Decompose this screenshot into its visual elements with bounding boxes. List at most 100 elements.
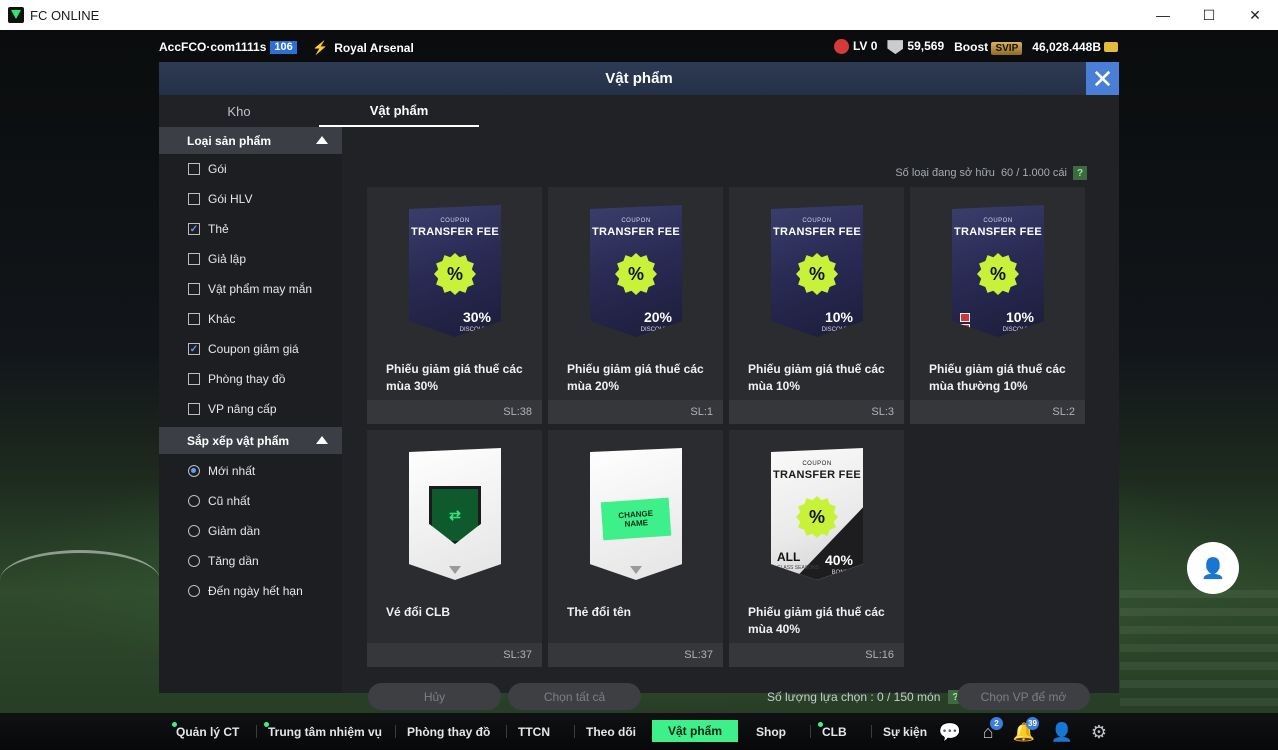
radio-button[interactable] (188, 525, 200, 537)
nav-item-8[interactable]: Sự kiện (883, 713, 927, 750)
settings-gear-icon[interactable]: ⚙ (1088, 721, 1110, 743)
filter-option[interactable]: Phòng thay đồ (159, 364, 342, 394)
filter-option[interactable]: ✓ Coupon giảm giá (159, 334, 342, 364)
checkbox[interactable] (188, 373, 200, 385)
item-art: COUPON TRANSFER FEE % 10% DISCOUNT (952, 205, 1044, 337)
item-art: COUPON TRANSFER FEE % ALL CLASS SEASONS 4… (771, 448, 863, 580)
checkbox[interactable] (188, 253, 200, 265)
ticket-text: NAME (624, 518, 649, 529)
filter-option[interactable]: Khác (159, 304, 342, 334)
nav-item-1[interactable]: Trung tâm nhiệm vụ (264, 713, 382, 750)
sort-option[interactable]: Đến ngày hết hạn (159, 576, 342, 606)
sort-header[interactable]: Sắp xếp vật phẩm (159, 427, 342, 454)
item-art: ⇄ (409, 448, 501, 580)
modal-header: Vật phẩm ✕ (159, 62, 1119, 95)
modal-close-button[interactable]: ✕ (1086, 62, 1119, 95)
club-info[interactable]: ⚡ Royal Arsenal (312, 40, 414, 56)
profile-icon[interactable]: 👤 (1051, 721, 1073, 743)
chat-icon[interactable]: 💬 (939, 721, 961, 743)
notification-bell-icon[interactable]: 🔔 39 (1013, 717, 1039, 743)
item-quantity: SL:2 (1052, 406, 1075, 418)
choose-item-button[interactable]: Chọn VP để mở (957, 683, 1090, 710)
minimize-button[interactable]: — (1140, 0, 1186, 30)
nav-separator (506, 725, 507, 738)
support-chat-icon: 👤 (1200, 557, 1226, 580)
coupon-card-art: COUPON TRANSFER FEE % 20% DISCOUNT (590, 205, 682, 337)
account-info[interactable]: AccFCO·com1111s 106 (159, 40, 297, 54)
support-chat-button[interactable]: 👤 (1187, 542, 1239, 594)
coins-stat[interactable]: 46,028.448B (1032, 40, 1118, 54)
filter-option-label: Coupon giảm giá (208, 342, 299, 356)
percent-badge-icon: % (796, 496, 838, 538)
item-card[interactable]: COUPON TRANSFER FEE % 20% DISCOUNT Phiếu … (548, 187, 723, 424)
nav-item-4[interactable]: Theo dõi (586, 713, 636, 750)
filter-option[interactable]: Vật phẩm may mắn (159, 274, 342, 304)
item-card[interactable]: ⇄ Vé đổi CLB SL:37 (367, 430, 542, 667)
filter-option[interactable]: Gói HLV (159, 184, 342, 214)
tab-vat-pham[interactable]: Vật phẩm (319, 95, 479, 127)
svip-badge: SVIP (991, 41, 1023, 55)
item-card[interactable]: COUPON TRANSFER FEE % 10% DISCOUNT Phiếu … (910, 187, 1085, 424)
item-card[interactable]: COUPON TRANSFER FEE % 30% DISCOUNT Phiếu … (367, 187, 542, 424)
lv-value: LV 0 (852, 39, 878, 53)
nav-item-7[interactable]: CLB (818, 713, 847, 750)
filter-option-label: Vật phẩm may mắn (208, 282, 313, 296)
home-icon[interactable]: ⌂ 2 (977, 717, 1003, 743)
select-all-button[interactable]: Chọn tất cả (508, 683, 641, 710)
game-viewport: AccFCO·com1111s 106 ⚡ Royal Arsenal LV 0… (0, 30, 1278, 750)
change-name-ticket-icon: CHANGE NAME (600, 497, 672, 541)
filter-sidebar: Loại sản phẩm Gói Gói HLV ✓ Thẻ Giả lập Vật p… (159, 127, 342, 693)
coupon-title: TRANSFER FEE (592, 226, 680, 238)
nav-item-0[interactable]: Quản lý CT (172, 713, 239, 750)
filter-option[interactable]: VP nâng cấp (159, 394, 342, 424)
checkbox[interactable]: ✓ (188, 343, 200, 355)
all-label: ALL (777, 550, 801, 564)
new-indicator-dot (818, 722, 823, 727)
sort-option[interactable]: Cũ nhất (159, 486, 342, 516)
checkbox[interactable] (188, 163, 200, 175)
nav-label: TTCN (518, 724, 550, 739)
home-badge: 2 (990, 717, 1003, 730)
radio-button[interactable] (188, 585, 200, 597)
checkbox[interactable] (188, 193, 200, 205)
filter-option[interactable]: ✓ Thẻ (159, 214, 342, 244)
boost-label: Boost (954, 39, 989, 54)
level-badge: 106 (270, 40, 297, 54)
checkbox[interactable] (188, 403, 200, 415)
lv-stat[interactable]: LV 0 (833, 39, 878, 55)
item-card[interactable]: CHANGE NAME Thẻ đổi tên SL:37 (548, 430, 723, 667)
sort-options: Mới nhất Cũ nhất Giảm dần Tăng dần Đến ngày … (159, 454, 342, 606)
nav-item-3[interactable]: TTCN (518, 713, 550, 750)
radio-button[interactable] (188, 555, 200, 567)
coupon-card-art: COUPON TRANSFER FEE % ALL CLASS SEASONS 4… (771, 448, 863, 580)
help-icon[interactable]: ? (1073, 166, 1087, 180)
nav-item-5[interactable]: Vật phẩm (652, 720, 739, 742)
boost-stat[interactable]: Boost SVIP (954, 39, 1023, 55)
sort-option[interactable]: Giảm dần (159, 516, 342, 546)
fc-mini-logo-icon (630, 566, 642, 574)
radio-button[interactable] (188, 495, 200, 507)
checkbox[interactable]: ✓ (188, 223, 200, 235)
filter-option[interactable]: Giả lập (159, 244, 342, 274)
nav-label: Phòng thay đồ (407, 724, 491, 739)
nav-item-6[interactable]: Shop (756, 713, 786, 750)
nav-item-2[interactable]: Phòng thay đồ (407, 713, 490, 750)
checkbox[interactable] (188, 313, 200, 325)
sort-option[interactable]: Mới nhất (159, 456, 342, 486)
tab-kho[interactable]: Kho (159, 95, 319, 127)
window-close-button[interactable]: ✕ (1232, 0, 1278, 30)
sort-option[interactable]: Tăng dần (159, 546, 342, 576)
product-type-header[interactable]: Loại sản phẩm (159, 127, 342, 154)
cancel-button[interactable]: Hủy (368, 683, 501, 710)
item-art: CHANGE NAME (590, 448, 682, 580)
item-card[interactable]: COUPON TRANSFER FEE % 10% DISCOUNT Phiếu … (729, 187, 904, 424)
item-quantity: SL:16 (865, 649, 894, 661)
radio-button[interactable] (188, 465, 200, 477)
checkbox[interactable] (188, 283, 200, 295)
maximize-button[interactable]: ☐ (1186, 0, 1232, 30)
lightning-icon: ⚡ (312, 40, 329, 55)
filter-option[interactable]: Gói (159, 154, 342, 184)
item-card[interactable]: COUPON TRANSFER FEE % ALL CLASS SEASONS 4… (729, 430, 904, 667)
points-stat[interactable]: 59,569 (887, 39, 944, 55)
club-name: Royal Arsenal (334, 41, 414, 55)
